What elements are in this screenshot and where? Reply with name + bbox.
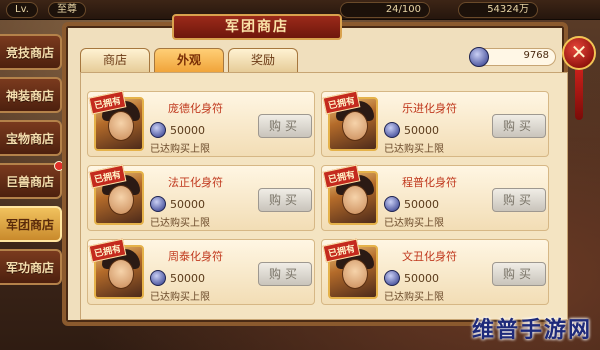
- buy-button[interactable]: 购买: [258, 188, 312, 212]
- item-price: 50000: [170, 124, 205, 137]
- item-price: 50000: [404, 124, 439, 137]
- legion-coin-icon: [384, 122, 400, 138]
- item-name: 文丑化身符: [402, 250, 457, 263]
- item-price: 50000: [404, 198, 439, 211]
- sidebar-item-legion-shop[interactable]: 军团商店: [0, 206, 62, 242]
- shop-item-card: 已拥有 庞德化身符 50000 已达购买上限 购买: [87, 90, 315, 157]
- item-price: 50000: [404, 272, 439, 285]
- legion-coin-icon: [384, 196, 400, 212]
- player-level-badge: Lv.: [6, 2, 38, 18]
- buy-button[interactable]: 购买: [492, 188, 546, 212]
- item-name: 乐进化身符: [402, 102, 457, 115]
- sidebar-item-beast-shop[interactable]: 巨兽商店: [0, 161, 64, 199]
- item-name: 周泰化身符: [168, 250, 223, 263]
- close-button[interactable]: ✕: [562, 36, 596, 70]
- site-watermark: 维普手游网: [471, 318, 592, 343]
- sidebar-item-label: 巨兽商店: [5, 174, 54, 189]
- purchase-limit-text: 已达购买上限: [384, 144, 444, 155]
- purchase-limit-text: 已达购买上限: [150, 292, 210, 303]
- item-price: 50000: [170, 272, 205, 285]
- sidebar-item-arena-shop[interactable]: 竞技商店: [0, 34, 62, 70]
- shop-item-card: 已拥有 乐进化身符 50000 已达购买上限 购买: [321, 90, 549, 157]
- item-name: 庞德化身符: [168, 102, 223, 115]
- purchase-limit-text: 已达购买上限: [150, 218, 210, 229]
- purchase-limit-text: 已达购买上限: [384, 292, 444, 303]
- buy-button[interactable]: 购买: [492, 262, 546, 286]
- legion-coin-icon: [150, 270, 166, 286]
- gold-counter: 54324万: [458, 2, 538, 18]
- sidebar-item-label: 竞技商店: [5, 45, 54, 60]
- sidebar-item-label: 神装商店: [5, 88, 54, 103]
- sidebar-item-treasure-shop[interactable]: 宝物商店: [0, 120, 62, 156]
- item-name: 程普化身符: [402, 176, 457, 189]
- shop-item-card: 已拥有 程普化身符 50000 已达购买上限 购买: [321, 164, 549, 231]
- legion-coin-icon: [384, 270, 400, 286]
- purchase-limit-text: 已达购买上限: [384, 218, 444, 229]
- buy-button[interactable]: 购买: [492, 114, 546, 138]
- sidebar-item-divine-gear-shop[interactable]: 神装商店: [0, 77, 62, 113]
- buy-button[interactable]: 购买: [258, 262, 312, 286]
- sidebar-item-merit-shop[interactable]: 军功商店: [0, 249, 62, 285]
- sidebar-item-label: 军功商店: [5, 260, 54, 275]
- tab-appearance[interactable]: 外观: [154, 48, 224, 72]
- tassel-decoration: [575, 70, 583, 120]
- tab-shop[interactable]: 商店: [80, 48, 150, 72]
- currency-amount: 9768: [523, 50, 549, 61]
- item-price: 50000: [170, 198, 205, 211]
- legion-coin-icon: [150, 196, 166, 212]
- legion-currency-display: 9768: [469, 47, 556, 67]
- sidebar-item-label: 军团商店: [5, 217, 54, 232]
- page-title: 军团商店: [172, 14, 342, 40]
- shop-item-card: 已拥有 法正化身符 50000 已达购买上限 购买: [87, 164, 315, 231]
- shop-item-card: 已拥有 周泰化身符 50000 已达购买上限 购买: [87, 238, 315, 305]
- legion-coin-icon: [150, 122, 166, 138]
- item-grid: 已拥有 庞德化身符 50000 已达购买上限 购买 已拥有 乐进化身符 5000…: [80, 72, 568, 320]
- sidebar-item-label: 宝物商店: [5, 131, 54, 146]
- vip-badge: 至尊: [48, 2, 86, 18]
- legion-coin-icon: [469, 47, 489, 67]
- stamina-counter: 24/100: [340, 2, 430, 18]
- close-icon: ✕: [570, 40, 588, 64]
- item-name: 法正化身符: [168, 176, 223, 189]
- buy-button[interactable]: 购买: [258, 114, 312, 138]
- tab-rewards[interactable]: 奖励: [228, 48, 298, 72]
- purchase-limit-text: 已达购买上限: [150, 144, 210, 155]
- shop-item-card: 已拥有 文丑化身符 50000 已达购买上限 购买: [321, 238, 549, 305]
